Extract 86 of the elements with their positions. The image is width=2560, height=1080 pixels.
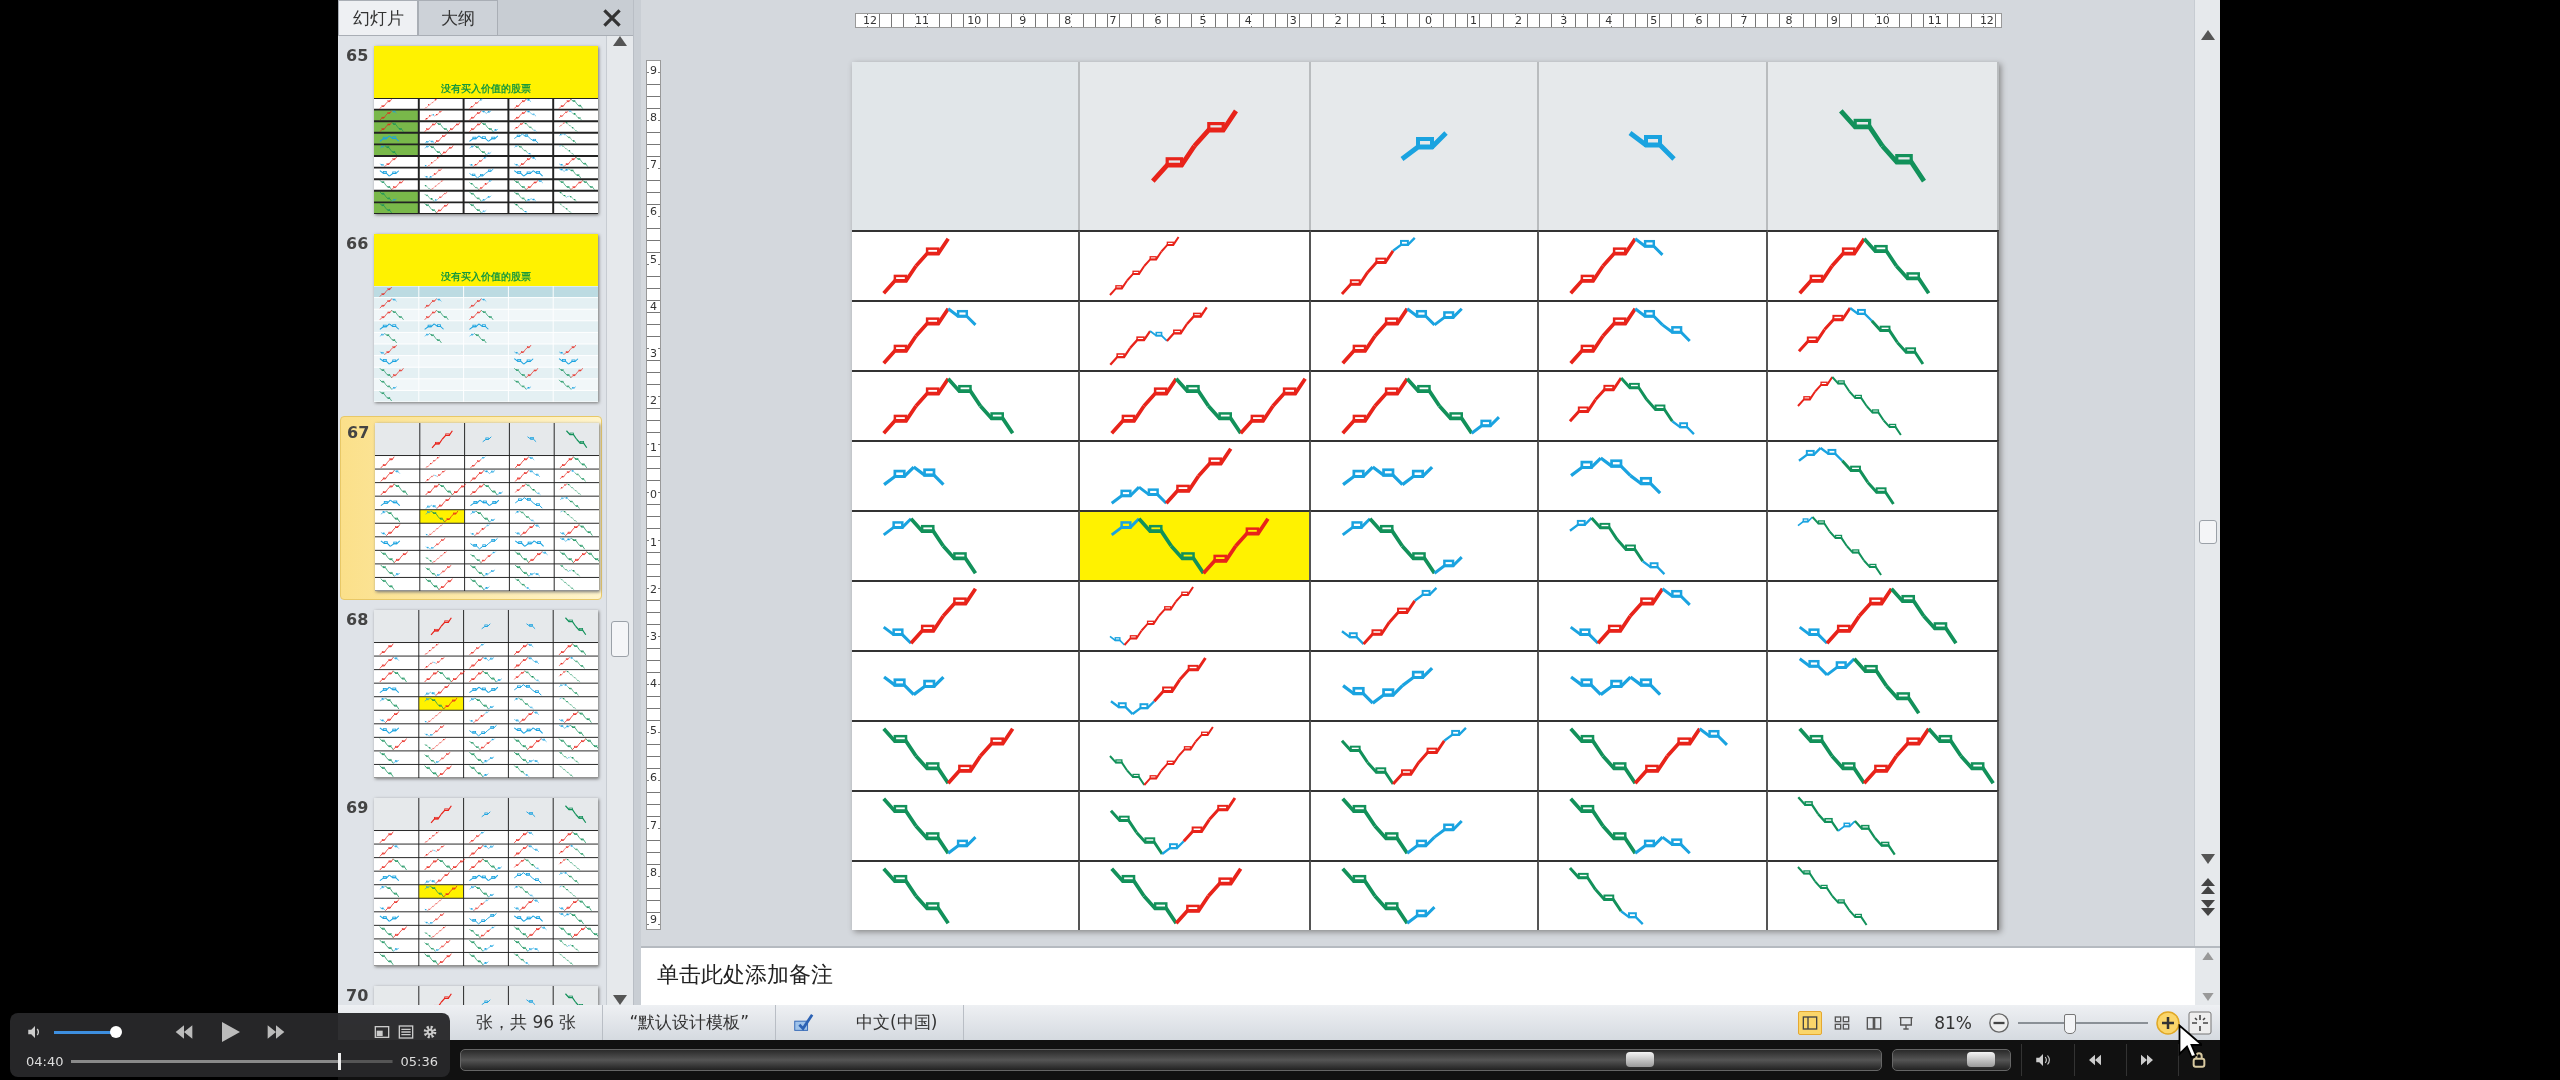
scroll-up-icon[interactable] [2200,30,2215,40]
volume-bar[interactable] [1891,1049,2012,1071]
ruler-number: 9 [1829,15,1839,26]
ruler-number: 0 [649,489,658,501]
seek-handle[interactable] [1625,1052,1654,1067]
ruler-number: 1 [1378,15,1388,26]
ruler-number: 3 [649,630,658,642]
thumbnail-row[interactable]: 66 没有买入价值的股票 [340,228,602,412]
ruler-number: 2 [649,395,658,407]
thumbnail-row[interactable]: 67 [340,416,602,600]
previous-slide-icon[interactable] [2200,878,2215,894]
scroll-down-icon[interactable] [2200,854,2215,864]
slide-number: 69 [346,798,370,817]
elapsed-time: 04:40 [26,1053,64,1069]
ruler-number: 11 [1926,15,1943,26]
slider-thumb[interactable] [2064,1013,2076,1034]
zoom-out-icon[interactable] [1988,1011,2010,1034]
ruler-number: 10 [1874,15,1891,26]
ruler-number: 8 [1784,15,1794,26]
zoom-percent[interactable]: 81% [1934,1012,1972,1033]
slide-number: 65 [346,46,370,65]
ruler-number: 6 [1694,15,1704,26]
ruler-number: 7 [1739,15,1749,26]
ruler-number: 9 [1018,15,1028,26]
ruler-number: 4 [1243,15,1253,26]
scrollbar-thumb[interactable] [2198,520,2217,544]
ruler-number: 8 [1063,15,1073,26]
ruler-number: 2 [1514,15,1524,26]
ruler-number: 3 [649,347,658,359]
ruler-number: 3 [1559,15,1569,26]
thumbnail-row[interactable]: 69 [340,792,602,976]
slide-thumbnail[interactable] [374,610,598,778]
ruler-number: 8 [649,866,658,878]
volume-handle[interactable] [1967,1052,1996,1067]
picture-in-picture-icon[interactable] [374,1024,390,1040]
ruler-number: 12 [862,15,878,26]
panel-tab[interactable]: 大纲 [418,0,498,35]
scrollbar-thumb[interactable] [611,621,629,657]
ruler-number: 8 [649,112,658,124]
ruler-number: 5 [649,253,658,265]
list-icon[interactable] [398,1024,414,1040]
zoom-in-icon[interactable] [2156,1010,2180,1035]
ruler-number: 6 [649,206,658,218]
ruler-number: 7 [1108,15,1118,26]
ruler-number: 7 [649,819,658,831]
ruler-number: 9 [649,913,658,925]
ruler-number: 1 [649,536,658,548]
ruler-number: 2 [1333,15,1343,26]
thumbnail-row[interactable]: 70 [340,980,602,1005]
ruler-number: 9 [649,65,658,76]
slide-thumbnail[interactable] [374,798,598,966]
ruler-number: 5 [649,725,658,737]
ruler-number: 11 [914,15,931,26]
ruler-number: 4 [649,678,658,690]
ruler-number: 5 [1198,15,1208,26]
mouse-cursor-icon [2178,1024,2202,1060]
panel-tab[interactable]: 幻灯片 [338,0,418,35]
ruler-number: 1 [1469,15,1478,26]
slider-thumb[interactable] [110,1026,122,1038]
ruler-number: 4 [1604,15,1614,26]
slide-number: 68 [346,610,370,629]
ruler-number: 6 [649,772,658,784]
duration-time: 05:36 [400,1053,438,1069]
thumbnail-row[interactable]: 68 [340,604,602,788]
slide-thumbnail[interactable] [375,423,599,591]
progress-handle[interactable] [337,1052,341,1070]
ruler-number: 5 [1649,15,1659,26]
ruler-number: 4 [649,300,658,312]
thumbnail-row[interactable]: 65 没有买入价值的股票 [340,40,602,224]
thumbnail-title: 没有买入价值的股票 [441,82,531,96]
ruler-number: 1 [649,442,658,454]
ruler-number: 3 [1288,15,1298,26]
slide-number: 67 [347,423,371,442]
ruler-number: 0 [1423,15,1433,26]
ruler-number: 10 [966,15,983,26]
ruler-number: 12 [1978,15,1995,26]
slide-number: 70 [346,986,370,1005]
thumbnail-title: 没有买入价值的股票 [441,270,531,284]
settings-icon[interactable] [422,1024,438,1040]
ruler-number: 7 [649,159,658,171]
ruler-number: 6 [1153,15,1163,26]
next-slide-icon[interactable] [2200,900,2215,916]
lock-icon[interactable] [2191,1052,2208,1068]
slide-number: 66 [346,234,370,253]
fit-to-window-icon[interactable] [2188,1010,2212,1035]
ruler-number: 2 [649,583,658,595]
